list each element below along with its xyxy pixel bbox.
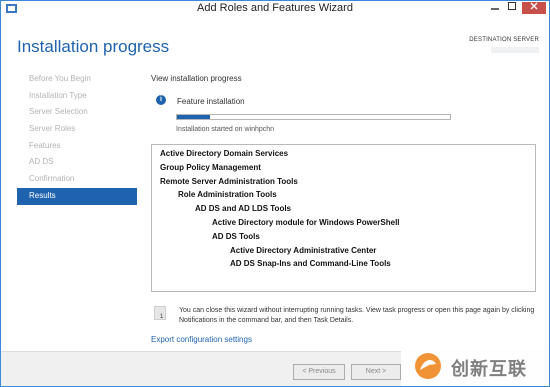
watermark-logo-icon xyxy=(415,353,441,379)
export-configuration-link[interactable]: Export configuration settings xyxy=(151,335,252,344)
result-item: Role Administration Tools xyxy=(178,190,277,200)
page-title: Installation progress xyxy=(17,37,170,56)
close-wizard-note: You can close this wizard without interr… xyxy=(179,307,535,324)
destination-server-label: DESTINATION SERVER xyxy=(469,37,539,43)
title-bar: Add Roles and Features Wizard xyxy=(1,1,549,17)
notification-count-badge: 1 xyxy=(160,314,164,320)
status-title: Feature installation xyxy=(177,97,245,106)
previous-button[interactable]: < Previous xyxy=(293,364,345,380)
sidebar-item-server-roles[interactable]: Server Roles xyxy=(17,121,137,138)
result-item: Active Directory Administrative Center xyxy=(230,245,377,255)
sidebar-item-results[interactable]: Results xyxy=(17,187,137,205)
installation-progress-bar xyxy=(176,114,451,120)
wizard-steps-sidebar: Before You Begin Installation Type Serve… xyxy=(17,71,137,205)
result-item: Active Directory module for Windows Powe… xyxy=(212,218,400,227)
result-item: AD DS Snap-Ins and Command-Line Tools xyxy=(230,259,391,269)
wizard-window: Add Roles and Features Wizard Installati… xyxy=(0,0,550,387)
watermark-overlay: 创新互联 xyxy=(401,345,549,386)
sidebar-item-server-selection[interactable]: Server Selection xyxy=(17,104,137,121)
result-item: AD DS and AD LDS Tools xyxy=(195,204,291,214)
sidebar-item-features[interactable]: Features xyxy=(17,138,137,155)
result-item: AD DS Tools xyxy=(212,231,260,241)
close-icon xyxy=(530,2,538,10)
maximize-icon xyxy=(508,2,516,10)
watermark-text: 创新互联 xyxy=(451,359,527,379)
result-item: Remote Server Administration Tools xyxy=(160,176,298,186)
maximize-button[interactable] xyxy=(505,2,519,14)
destination-server-name-blurred xyxy=(491,47,539,53)
sidebar-item-installation-type[interactable]: Installation Type xyxy=(17,88,137,105)
sidebar-item-before-you-begin[interactable]: Before You Begin xyxy=(17,71,137,88)
window-title: Add Roles and Features Wizard xyxy=(197,2,353,14)
sidebar-item-ad-ds[interactable]: AD DS xyxy=(17,154,137,171)
results-list[interactable]: Active Directory Domain Services Group Po… xyxy=(151,144,536,292)
result-item: Group Policy Management xyxy=(160,162,261,172)
wizard-header: Installation progress DESTINATION SERVER xyxy=(1,17,549,69)
result-item: Active Directory Domain Services xyxy=(160,149,289,158)
close-button[interactable] xyxy=(522,2,546,14)
progress-bar-fill xyxy=(177,115,210,119)
sidebar-item-confirmation[interactable]: Confirmation xyxy=(17,171,137,188)
minimize-icon xyxy=(491,8,499,10)
section-label: View installation progress xyxy=(151,74,242,83)
notification-flag-icon: 1 xyxy=(154,306,166,320)
info-icon: i xyxy=(156,95,166,105)
minimize-button[interactable] xyxy=(488,2,502,14)
status-detail: Installation started on winhpchn xyxy=(176,126,275,133)
next-button[interactable]: Next > xyxy=(351,364,401,380)
